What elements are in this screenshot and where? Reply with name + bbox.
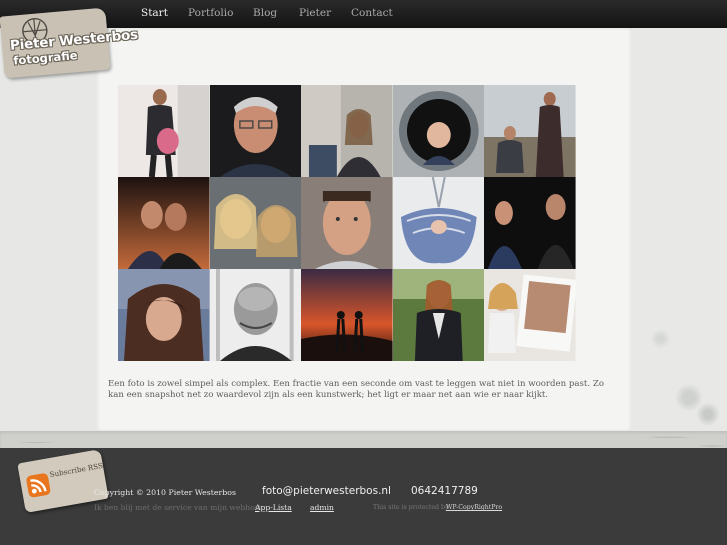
site-logo[interactable]: Pieter Westerbos fotografie: [0, 7, 139, 79]
photo-thumbnail[interactable]: [392, 269, 485, 361]
photo-thumbnail[interactable]: [392, 85, 485, 177]
top-navigation-bar: Start Portfolio Blog Pieter Contact: [0, 0, 727, 28]
photo-thumbnail[interactable]: [118, 85, 210, 177]
protection-text: This site is protected by: [373, 504, 449, 511]
divider-strip: [0, 431, 727, 448]
nav-contact[interactable]: Contact: [351, 7, 393, 19]
contact-email[interactable]: foto@pieterwesterbos.nl: [262, 485, 391, 497]
nav-pieter[interactable]: Pieter: [299, 7, 331, 19]
grunge-texture: [632, 28, 727, 448]
nav-portfolio[interactable]: Portfolio: [188, 7, 233, 19]
webhost-link[interactable]: App-Lista: [255, 503, 292, 512]
left-margin: [0, 28, 96, 448]
nav-start[interactable]: Start: [141, 7, 168, 19]
copyright-text: Copyright © 2010 Pieter Westerbos: [94, 488, 236, 497]
right-margin: [632, 28, 727, 448]
rss-label: Subscribe RSS: [48, 460, 104, 480]
photo-thumbnail[interactable]: [209, 177, 302, 269]
copyright-plugin-link[interactable]: WP-CopyRightPro: [446, 504, 502, 511]
photo-thumbnail[interactable]: [392, 177, 485, 269]
contact-phone: 0642417789: [411, 485, 478, 497]
photo-thumbnail[interactable]: [484, 269, 576, 361]
photo-thumbnail[interactable]: [484, 177, 576, 269]
photo-thumbnail[interactable]: [209, 269, 302, 361]
photo-thumbnail[interactable]: [301, 85, 393, 177]
photo-thumbnail[interactable]: [209, 85, 302, 177]
rss-icon: [25, 472, 52, 499]
photo-thumbnail[interactable]: [118, 177, 210, 269]
admin-link[interactable]: admin: [310, 503, 334, 512]
webhost-text: Ik ben blij met de service van mijn webh…: [94, 503, 265, 512]
photo-thumbnail[interactable]: [484, 85, 576, 177]
photo-thumbnail[interactable]: [301, 177, 393, 269]
photo-grid: [118, 85, 576, 361]
nav-blog[interactable]: Blog: [253, 7, 277, 19]
photo-thumbnail[interactable]: [301, 269, 393, 361]
intro-paragraph: Een foto is zowel simpel als complex. Ee…: [108, 378, 604, 400]
photo-thumbnail[interactable]: [118, 269, 210, 361]
